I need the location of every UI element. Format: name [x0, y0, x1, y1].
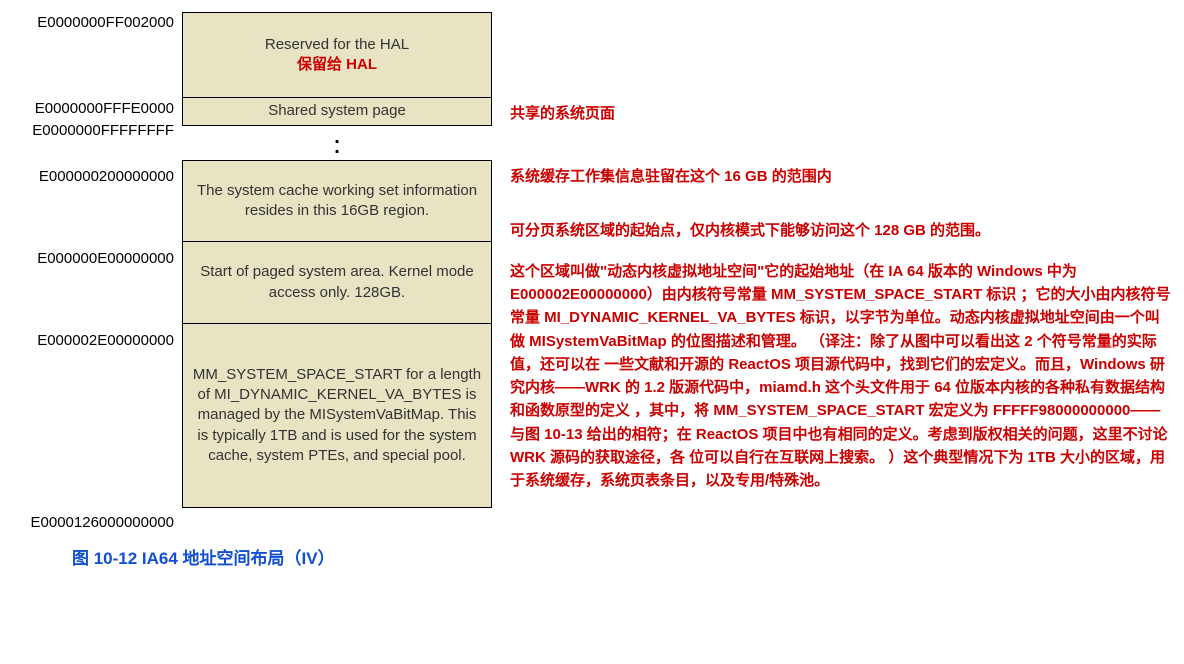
diagram-container: E0000000FF002000 E0000000FFFE0000 E00000… [12, 12, 1172, 569]
ellipsis-dots: .. [182, 126, 492, 160]
annotation-shared: 共享的系统页面 [510, 102, 1172, 125]
block-hal-zh: 保留给 HAL [191, 55, 483, 75]
addr-label: E0000000FFFFFFFF [12, 120, 174, 142]
annotation-column: 共享的系统页面 系统缓存工作集信息驻留在这个 16 GB 的范围内 可分页系统区… [492, 12, 1172, 569]
annotation-paged: 可分页系统区域的起始点，仅内核模式下能够访问这个 128 GB 的范围。 [510, 219, 1172, 242]
block-paged: Start of paged system area. Kernel mode … [182, 242, 492, 324]
address-column: E0000000FF002000 E0000000FFFE0000 E00000… [12, 12, 182, 569]
addr-label: E0000000FF002000 [12, 12, 174, 34]
addr-label: E0000000FFFE0000 [12, 98, 174, 120]
block-column: Reserved for the HAL 保留给 HAL Shared syst… [182, 12, 492, 569]
addr-label: E0000126000000000 [12, 512, 174, 534]
addr-label: E000000200000000 [12, 166, 174, 188]
block-cache: The system cache working set information… [182, 160, 492, 242]
annotation-cache: 系统缓存工作集信息驻留在这个 16 GB 的范围内 [510, 165, 1172, 188]
block-hal-en: Reserved for the HAL [191, 35, 483, 55]
addr-label: E000000E00000000 [12, 248, 174, 270]
block-shared: Shared system page [182, 98, 492, 126]
annotation-mm: 这个区域叫做"动态内核虚拟地址空间"它的起始地址（在 IA 64 版本的 Win… [510, 260, 1172, 493]
figure-caption: 图 10-12 IA64 地址空间布局（IV） [12, 544, 174, 569]
block-mm: MM_SYSTEM_SPACE_START for a length of MI… [182, 324, 492, 508]
block-hal: Reserved for the HAL 保留给 HAL [182, 12, 492, 98]
addr-label: E000002E00000000 [12, 330, 174, 352]
